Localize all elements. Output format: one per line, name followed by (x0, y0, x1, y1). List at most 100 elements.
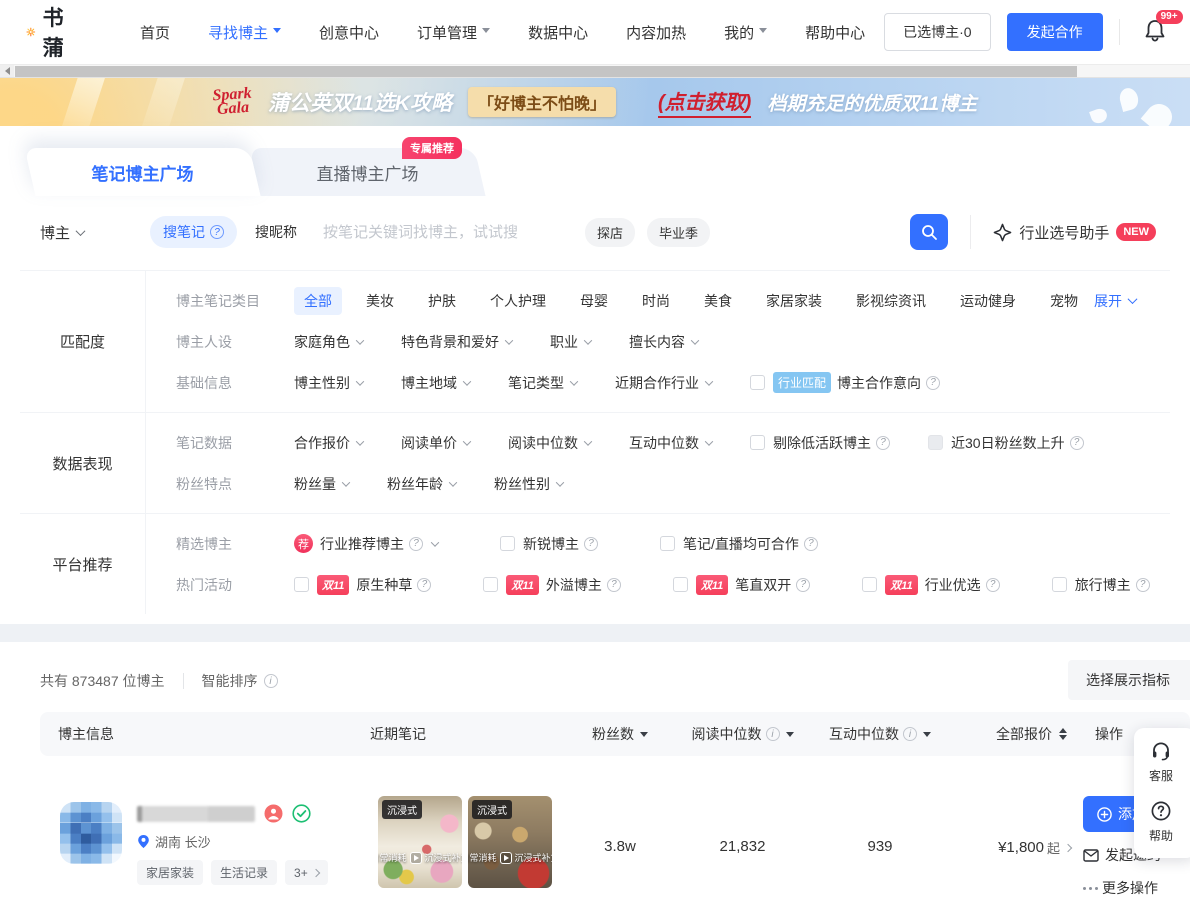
dropdown-note-type[interactable]: 笔记类型 (508, 373, 577, 393)
selected-bloggers-button[interactable]: 已选博主·0 (884, 13, 990, 51)
search-input[interactable] (323, 224, 573, 241)
col-read-median-sort[interactable]: 阅读中位数 (680, 724, 805, 744)
checkbox-remove-low-active[interactable]: 剔除低活跃博主 (750, 433, 890, 453)
expand-categories-button[interactable]: 展开 (1094, 291, 1136, 311)
category-option-all[interactable]: 全部 (294, 287, 342, 315)
dropdown-fans-age[interactable]: 粉丝年龄 (387, 474, 456, 494)
help-icon[interactable] (1070, 436, 1084, 450)
industry-picker-assistant[interactable]: 行业选号助手 NEW (993, 222, 1150, 243)
checkbox-travel-bloggers[interactable]: 旅行博主 (1052, 575, 1150, 595)
search-button[interactable] (910, 214, 948, 250)
tab-note-blogger-plaza[interactable]: 笔记博主广场 (30, 148, 255, 196)
avatar[interactable] (60, 802, 122, 864)
category-option[interactable]: 个人护理 (480, 287, 556, 315)
blogger-tag[interactable]: 家居家装 (137, 860, 203, 885)
start-cooperation-button[interactable]: 发起合作 (1007, 13, 1103, 51)
promo-banner[interactable]: SparkGala 蒲公英双11选K攻略 「好博主不怕晚」 (点击获取) 档期充… (0, 78, 1190, 126)
checkbox-d11-note-live-dual[interactable]: 双11笔直双开 (673, 575, 810, 595)
dropdown-read-median[interactable]: 阅读中位数 (508, 433, 591, 453)
note-thumbnail[interactable]: 沉浸式 日常消耗沉浸式补货 (468, 796, 552, 888)
dropdown-occupation[interactable]: 职业 (550, 332, 591, 352)
col-fans-sort[interactable]: 粉丝数 (560, 724, 680, 744)
checkbox-d11-native-seeding[interactable]: 双11原生种草 (294, 575, 431, 595)
search-mode-note[interactable]: 搜笔记 (150, 216, 237, 248)
nav-help-center[interactable]: 帮助中心 (805, 22, 865, 43)
checkbox-industry-match-intent[interactable]: 行业匹配 博主合作意向 (750, 372, 940, 393)
category-option[interactable]: 家居家装 (756, 287, 832, 315)
blogger-tag-more[interactable]: 3+ (285, 860, 328, 885)
nav-home[interactable]: 首页 (140, 22, 170, 43)
category-option[interactable]: 时尚 (632, 287, 680, 315)
dropdown-fans-gender[interactable]: 粉丝性别 (494, 474, 563, 494)
checkbox[interactable] (750, 375, 765, 390)
price-value[interactable]: ¥1,800起 (955, 838, 1095, 857)
dropdown-strength-content[interactable]: 擅长内容 (629, 332, 698, 352)
horizontal-scrollbar[interactable] (0, 64, 1190, 78)
checkbox-rising-bloggers[interactable]: 新锐博主 (500, 534, 598, 554)
checkbox[interactable] (483, 577, 498, 592)
hot-keyword-tag[interactable]: 毕业季 (647, 218, 710, 247)
col-price-sort[interactable]: 全部报价 (955, 724, 1095, 744)
help-button[interactable]: 帮助 (1149, 800, 1181, 844)
banner-cta-link[interactable]: (点击获取) (658, 86, 751, 118)
nav-content-heating[interactable]: 内容加热 (626, 22, 686, 43)
hot-keyword-tag[interactable]: 探店 (585, 218, 635, 247)
category-option[interactable]: 母婴 (570, 287, 618, 315)
help-icon[interactable] (607, 578, 621, 592)
help-icon[interactable] (804, 537, 818, 551)
checkbox-note-live-both[interactable]: 笔记/直播均可合作 (660, 534, 818, 554)
checkbox[interactable] (660, 536, 675, 551)
dropdown-blogger-region[interactable]: 博主地域 (401, 373, 470, 393)
dropdown-interact-median[interactable]: 互动中位数 (629, 433, 712, 453)
dropdown-coop-price[interactable]: 合作报价 (294, 433, 363, 453)
customer-service-button[interactable]: 客服 (1149, 740, 1181, 784)
category-option[interactable]: 运动健身 (950, 287, 1026, 315)
nav-creative-center[interactable]: 创意中心 (319, 22, 379, 43)
blogger-name-line[interactable] (137, 804, 328, 823)
category-option[interactable]: 影视综资讯 (846, 287, 936, 315)
dropdown-industry-recommended[interactable]: 荐 行业推荐博主 (294, 534, 438, 554)
help-icon[interactable] (417, 578, 431, 592)
scrollbar-thumb[interactable] (15, 66, 1077, 77)
blogger-tag[interactable]: 生活记录 (211, 860, 277, 885)
dropdown-background-hobby[interactable]: 特色背景和爱好 (401, 332, 512, 352)
dropdown-read-unit-price[interactable]: 阅读单价 (401, 433, 470, 453)
checkbox[interactable] (500, 536, 515, 551)
checkbox[interactable] (294, 577, 309, 592)
nav-mine[interactable]: 我的 (724, 22, 767, 43)
dropdown-family-role[interactable]: 家庭角色 (294, 332, 363, 352)
checkbox[interactable] (750, 435, 765, 450)
nav-data-center[interactable]: 数据中心 (528, 22, 588, 43)
scroll-left-arrow[interactable] (0, 65, 14, 77)
scope-selector[interactable]: 博主 (40, 222, 84, 243)
smart-sort-selector[interactable]: 智能排序 (202, 671, 278, 691)
checkbox[interactable] (862, 577, 877, 592)
more-actions-button[interactable]: 更多操作 (1083, 878, 1190, 898)
checkbox-fans-rising-30d[interactable]: 近30日粉丝数上升 (928, 433, 1084, 453)
checkbox[interactable] (673, 577, 688, 592)
note-thumbnail[interactable]: 沉浸式 日常消耗沉浸式补货 (378, 796, 462, 888)
checkbox[interactable] (928, 435, 943, 450)
category-option[interactable]: 美食 (694, 287, 742, 315)
help-icon[interactable] (409, 537, 423, 551)
nav-order-management[interactable]: 订单管理 (417, 22, 490, 43)
category-option[interactable]: 护肤 (418, 287, 466, 315)
checkbox-d11-industry-picked[interactable]: 双11行业优选 (862, 575, 999, 595)
help-icon[interactable] (584, 537, 598, 551)
help-icon[interactable] (1136, 578, 1150, 592)
nav-find-bloggers[interactable]: 寻找博主 (208, 22, 281, 43)
choose-display-metrics-button[interactable]: 选择展示指标 (1068, 660, 1190, 700)
search-mode-nickname[interactable]: 搜昵称 (255, 222, 297, 242)
help-icon[interactable] (796, 578, 810, 592)
dropdown-recent-coop-industry[interactable]: 近期合作行业 (615, 373, 712, 393)
dropdown-fans-count[interactable]: 粉丝量 (294, 474, 349, 494)
help-icon[interactable] (986, 578, 1000, 592)
help-icon[interactable] (876, 436, 890, 450)
help-icon[interactable] (926, 376, 940, 390)
checkbox[interactable] (1052, 577, 1067, 592)
category-option[interactable]: 宠物 (1040, 287, 1088, 315)
category-option[interactable]: 美妆 (356, 287, 404, 315)
checkbox-d11-spillover[interactable]: 双11外溢博主 (483, 575, 620, 595)
col-interact-median-sort[interactable]: 互动中位数 (805, 724, 955, 744)
dropdown-blogger-gender[interactable]: 博主性别 (294, 373, 363, 393)
